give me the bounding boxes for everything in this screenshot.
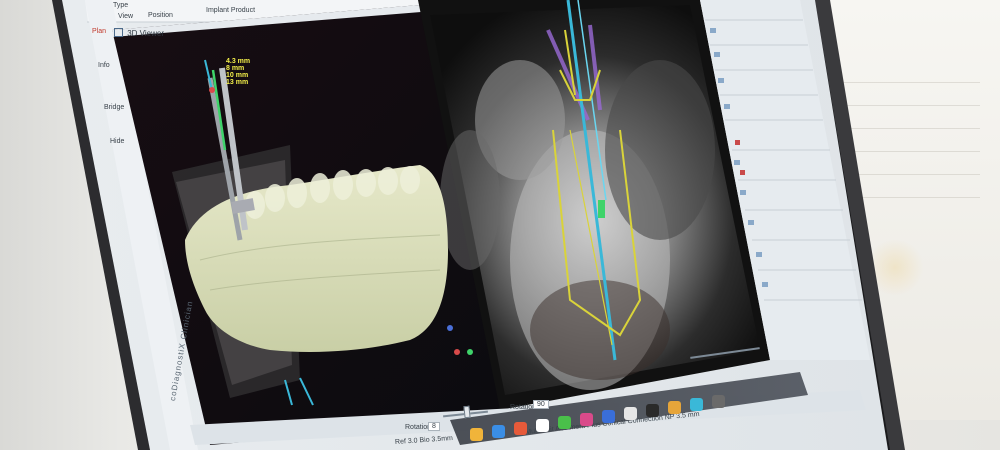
dock-icon-books[interactable] xyxy=(668,401,681,414)
dock-icon-terminal[interactable] xyxy=(646,404,659,417)
rotation-input-left[interactable]: 8 xyxy=(428,422,440,431)
measurement-line: 10 mm xyxy=(226,72,249,79)
measurement-line: 8 mm xyxy=(226,65,245,72)
dock-icon-safari[interactable] xyxy=(492,425,505,438)
screen: Type View Position Implant Product 3D Vi… xyxy=(0,0,1000,450)
dock-icon-music[interactable] xyxy=(580,413,593,426)
dock-icon-finder[interactable] xyxy=(690,398,703,411)
dock-icon-settings[interactable] xyxy=(624,407,637,420)
rotation-slider-handle-left[interactable] xyxy=(463,405,471,419)
dock-icon-messages[interactable] xyxy=(558,416,571,429)
dock-icon-photos[interactable] xyxy=(536,419,549,432)
measurement-line: 4.3 mm xyxy=(226,58,251,65)
dock-icon-notes[interactable] xyxy=(470,428,483,441)
implant-marker xyxy=(209,87,215,93)
dock-icon-calendar[interactable] xyxy=(514,422,527,435)
measurement-line: 13 mm xyxy=(226,79,249,86)
dock-icon-appstore[interactable] xyxy=(602,410,615,423)
dock-icon-trash[interactable] xyxy=(712,395,725,408)
rotation-input-right[interactable]: 90 xyxy=(533,400,549,409)
ct-implant-overlay xyxy=(546,0,642,361)
viewer-3d-canvas[interactable] xyxy=(0,0,1000,450)
laptop: Type View Position Implant Product 3D Vi… xyxy=(0,0,1000,450)
implant-measurements: 4.3 mm 8 mm 10 mm 13 mm xyxy=(226,58,250,86)
